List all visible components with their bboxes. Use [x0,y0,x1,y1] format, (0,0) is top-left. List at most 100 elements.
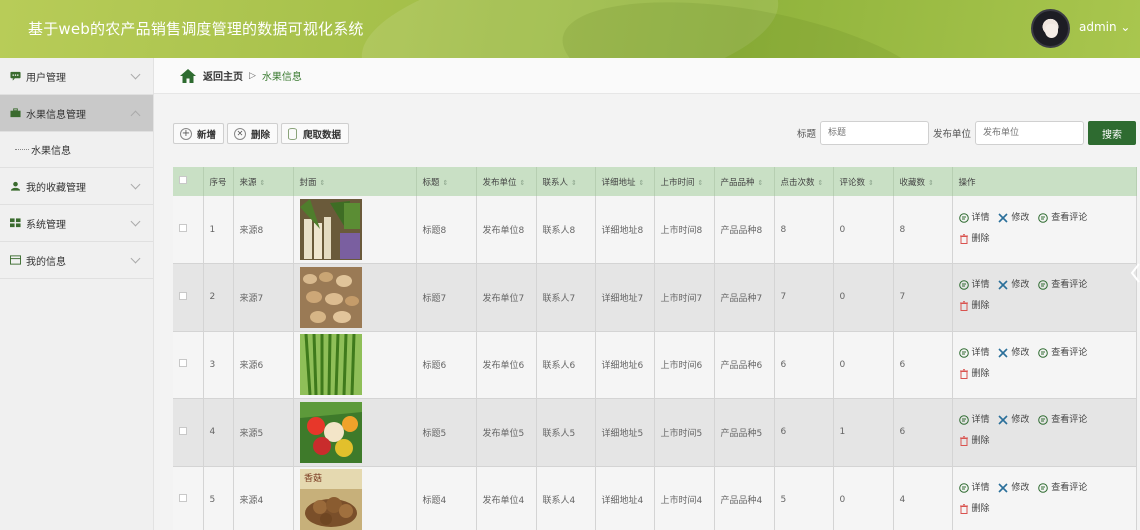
tools-icon [998,212,1008,223]
detail-button[interactable]: 详情 [958,276,990,294]
column-header-date[interactable]: 上市时间 ⇕ [654,167,715,196]
delete-button[interactable]: ✕ 删除 [227,123,279,144]
detail-icon [958,482,969,493]
trash-icon [959,301,968,312]
sort-icon: ⇕ [868,178,874,187]
view-comments-button[interactable]: 查看评论 [1038,344,1087,362]
view-comments-button[interactable]: 查看评论 [1038,479,1087,497]
toolbar: + 新增 ✕ 删除 爬取数据 [173,123,350,144]
row-delete-button[interactable]: 删除 [959,365,990,383]
row-select-cell [173,398,204,467]
column-header-title[interactable]: 标题 ⇕ [416,167,477,196]
cell-variety: 产品品种4 [714,466,775,530]
table-row[interactable]: 2 来源7 标题7 发布单位7 联系人7 详细地址7 上市时间7 产品品种7 7… [173,263,1137,332]
column-header-source[interactable]: 来源 ⇕ [233,167,294,196]
cell-contact: 联系人7 [536,263,596,332]
cell-title: 标题5 [416,398,477,467]
row-delete-button[interactable]: 删除 [959,230,990,248]
row-delete-button[interactable]: 删除 [959,432,990,450]
avatar[interactable] [1031,9,1070,48]
row-select-cell [173,331,204,399]
column-header-cover[interactable]: 封面 ⇕ [293,167,417,196]
table-row[interactable]: 5 来源4 香菇 标题4 发布单位4 联系人4 详细地址4 上市时间4 产品品种… [173,466,1137,530]
title-search-input[interactable] [820,121,930,145]
chevron-left-icon[interactable] [1130,262,1140,284]
trash-icon [959,368,968,379]
cell-comments: 0 [833,331,894,399]
table-row[interactable]: 1 来源8 标题8 发布单位8 联系人8 详细地址8 上市时间8 产品品种8 8… [173,196,1137,264]
detail-button[interactable]: 详情 [958,479,990,497]
add-button[interactable]: + 新增 [173,123,225,144]
edit-button[interactable]: 修改 [998,411,1029,429]
unit-search-input[interactable] [975,121,1085,145]
row-checkbox[interactable] [179,291,187,300]
cell-clicks: 7 [774,263,834,332]
sidebar-subitem-fruit-info[interactable]: 水果信息 [0,132,153,168]
column-header-unit[interactable]: 发布单位 ⇕ [476,167,537,196]
edit-label: 修改 [1011,482,1030,493]
detail-label: 详情 [971,212,990,223]
crawl-button[interactable]: 爬取数据 [281,123,350,144]
row-delete-button[interactable]: 删除 [959,297,990,315]
cell-title: 标题7 [416,263,477,332]
delete-label: 删除 [971,301,990,312]
column-header-actions: 操作 [952,167,1137,196]
home-icon[interactable] [179,68,197,84]
edit-button[interactable]: 修改 [998,276,1029,294]
cell-favs: 4 [893,466,953,530]
view-comments-button[interactable]: 查看评论 [1038,276,1087,294]
cell-favs: 6 [893,331,953,399]
cell-actions: 详情 修改 查看评论 删除 [952,263,1137,332]
column-header-address[interactable]: 详细地址 ⇕ [595,167,655,196]
view-comments-button[interactable]: 查看评论 [1038,411,1087,429]
row-checkbox[interactable] [179,494,187,503]
cell-contact: 联系人4 [536,466,596,530]
fruit-table: 序号 来源 ⇕ 封面 ⇕ 标题 ⇕ 发布单位 ⇕ 联系人 ⇕ 详细地址 ⇕ 上市时间 ⇕ 产品… [173,167,1137,530]
cover-image[interactable] [299,401,362,463]
user-menu[interactable]: admin ⌄ [1079,20,1130,34]
cell-variety: 产品品种7 [714,263,775,332]
column-header-comments[interactable]: 评论数 ⇕ [833,167,894,196]
tools-icon [998,415,1008,425]
chevron-down-icon [130,179,141,190]
cover-image[interactable] [299,266,362,328]
cell-unit: 发布单位7 [476,263,537,332]
cell-comments: 0 [833,263,894,332]
row-checkbox[interactable] [179,426,187,435]
detail-button[interactable]: 详情 [958,411,990,429]
cover-image[interactable]: 香菇 [299,469,362,530]
cell-clicks: 6 [774,331,834,399]
view-comments-button[interactable]: 查看评论 [1038,209,1087,227]
sidebar-item-favorites-management[interactable]: 我的收藏管理 [0,168,153,205]
tools-icon [998,348,1008,358]
row-delete-button[interactable]: 删除 [959,500,990,518]
column-header-contact[interactable]: 联系人 ⇕ [536,167,596,196]
column-header-clicks[interactable]: 点击次数 ⇕ [774,167,834,196]
tools-icon [998,483,1008,493]
cell-contact: 联系人8 [536,196,596,264]
cell-comments: 1 [833,398,894,467]
select-all-checkbox[interactable] [179,176,187,184]
detail-button[interactable]: 详情 [958,209,990,227]
sidebar-item-my-info[interactable]: 我的信息 [0,242,153,279]
detail-button[interactable]: 详情 [958,344,990,362]
column-header-favs[interactable]: 收藏数 ⇕ [893,167,953,196]
table-row[interactable]: 3 来源6 标题6 发布单位6 联系人6 详细地址6 上市时间6 产品品种6 6… [173,331,1137,399]
cell-no: 2 [203,263,234,332]
cover-image[interactable] [299,334,362,396]
edit-button[interactable]: 修改 [998,479,1029,497]
search-button[interactable]: 搜索 [1088,121,1137,145]
cell-clicks: 5 [774,466,834,530]
home-link[interactable]: 返回主页 [203,68,243,83]
card-icon [10,255,21,265]
edit-button[interactable]: 修改 [998,344,1029,362]
sidebar-item-fruit-management[interactable]: 水果信息管理 [0,95,153,132]
row-checkbox[interactable] [179,359,187,368]
column-header-variety[interactable]: 产品品种 ⇕ [714,167,775,196]
sidebar-item-user-management[interactable]: 用户管理 [0,58,153,95]
edit-button[interactable]: 修改 [998,209,1029,227]
row-checkbox[interactable] [179,224,187,232]
sidebar-item-system-management[interactable]: 系统管理 [0,205,153,242]
table-row[interactable]: 4 来源5 标题5 发布单位5 联系人5 详细地址5 上市时间5 产品品种5 6… [173,398,1137,467]
cover-image[interactable] [299,199,362,260]
